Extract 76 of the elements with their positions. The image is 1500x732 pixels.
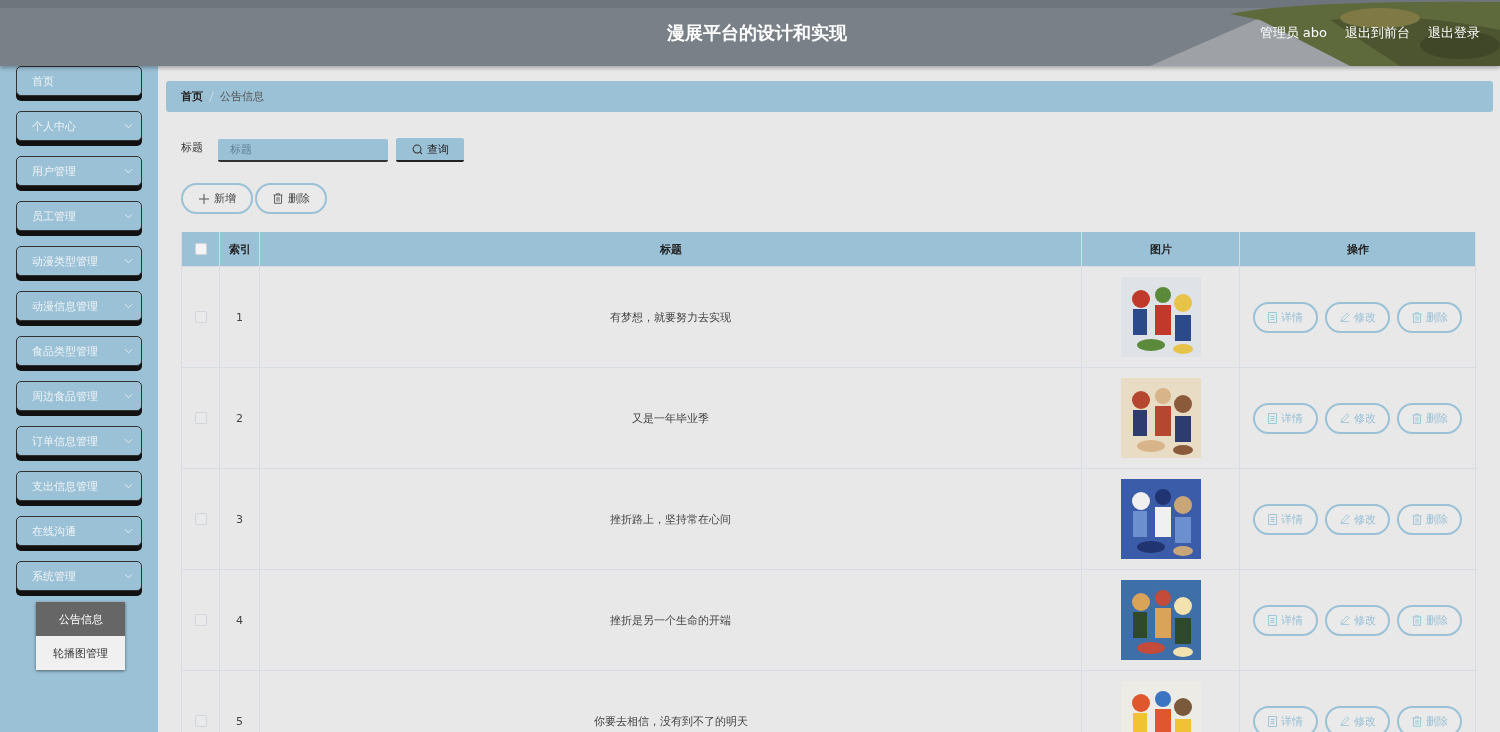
document-icon [1268,614,1277,626]
breadcrumb-item: 公告信息 [220,89,264,104]
chevron-icon [124,483,133,489]
submenu-item[interactable]: 轮播图管理 [36,636,125,670]
trash-icon [1411,311,1422,323]
chevron-icon [124,348,133,354]
pencil-icon [1339,615,1350,625]
pencil-icon [1339,413,1350,423]
search-button[interactable]: 查询 [396,138,464,162]
details-button[interactable]: 详情 [1253,503,1318,535]
chevron-icon [124,258,133,264]
delete-button[interactable]: 删除 [255,183,327,214]
table-cell: 又是一年毕业季 [632,410,709,426]
header-link[interactable]: 退出登录 [1428,24,1480,42]
trash-icon [1411,513,1422,525]
chevron-icon [124,573,133,579]
table-cell: 挫折路上，坚持常在心间 [610,511,731,527]
chevron-icon [124,123,133,129]
trash-icon [1411,614,1422,626]
checkbox[interactable] [194,614,207,626]
details-button[interactable]: 详情 [1253,301,1318,333]
table-cell: 5 [236,714,243,728]
edit-button[interactable]: 修改 [1325,301,1390,333]
document-icon [1268,311,1277,323]
document-icon [1268,513,1277,525]
add-button[interactable]: 新增 [181,183,253,214]
edit-button[interactable]: 修改 [1325,503,1390,535]
breadcrumb-item[interactable]: 首页 [181,89,203,104]
column-header: 标题 [260,232,1082,266]
trash-icon [272,193,283,204]
checkbox[interactable] [194,412,207,424]
pencil-icon [1339,312,1350,322]
delete-button[interactable]: 删除 [1397,301,1462,333]
delete-button[interactable]: 删除 [1397,604,1462,636]
document-icon [1268,412,1277,424]
table-cell: 1 [236,310,243,324]
chevron-icon [124,213,133,219]
submenu-item[interactable]: 公告信息 [36,602,125,636]
table-cell: 挫折是另一个生命的开端 [610,612,731,628]
delete-button[interactable]: 删除 [1397,705,1462,732]
search-icon [411,143,423,155]
details-button[interactable]: 详情 [1253,402,1318,434]
header-link[interactable]: 管理员 abo [1259,24,1327,42]
details-button[interactable]: 详情 [1253,604,1318,636]
edit-button[interactable]: 修改 [1325,705,1390,732]
column-header: 操作 [1240,232,1476,266]
column-header: 索引 [220,232,260,266]
document-icon [1268,715,1277,727]
header-link[interactable]: 退出到前台 [1345,24,1410,42]
trash-icon [1411,715,1422,727]
details-button[interactable]: 详情 [1253,705,1318,732]
table-cell: 4 [236,613,243,627]
table-cell: 2 [236,411,243,425]
table-cell: 3 [236,512,243,526]
chevron-icon [124,168,133,174]
delete-button[interactable]: 删除 [1397,402,1462,434]
delete-button[interactable]: 删除 [1397,503,1462,535]
checkbox[interactable] [194,243,207,255]
plus-icon [198,193,209,204]
column-header: 图片 [1082,232,1240,266]
chevron-icon [124,303,133,309]
pencil-icon [1339,514,1350,524]
chevron-icon [124,528,133,534]
checkbox[interactable] [194,715,207,727]
chevron-icon [124,438,133,444]
table-cell: 有梦想，就要努力去实现 [610,309,731,325]
edit-button[interactable]: 修改 [1325,402,1390,434]
chevron-icon [124,393,133,399]
checkbox[interactable] [194,311,207,323]
app-title: 漫展平台的设计和实现 [667,21,847,45]
pencil-icon [1339,716,1350,726]
edit-button[interactable]: 修改 [1325,604,1390,636]
table-cell: 你要去相信，没有到不了的明天 [593,713,748,729]
trash-icon [1411,412,1422,424]
checkbox[interactable] [194,513,207,525]
field-label: 标题 [181,139,203,155]
